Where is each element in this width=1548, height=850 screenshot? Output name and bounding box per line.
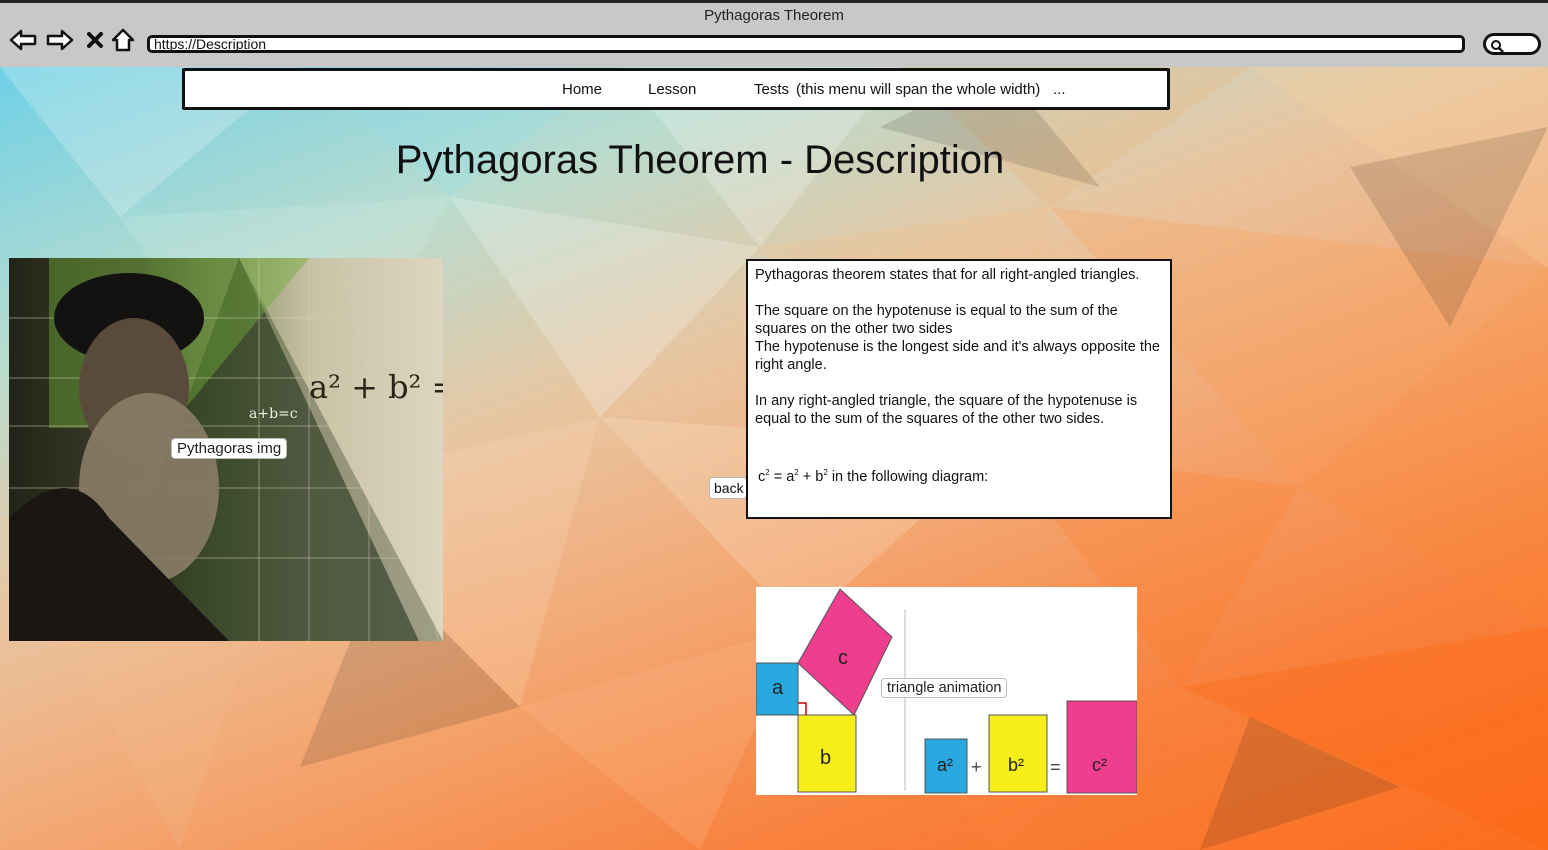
diagram-label: triangle animation [881, 678, 1008, 698]
description-hypotenuse-definition: The hypotenuse is the longest side and i… [755, 339, 1160, 373]
equation-b: b² [1008, 755, 1025, 775]
equation-plus: + [971, 757, 982, 777]
close-icon[interactable] [80, 25, 110, 55]
pythagoras-image: a² + b² = c² a+b=c Pythagoras img [9, 258, 443, 641]
search-icon [1491, 40, 1504, 53]
forward-arrow-icon[interactable] [45, 25, 75, 55]
description-box: Pythagoras theorem states that for all r… [746, 259, 1172, 519]
description-intro: Pythagoras theorem states that for all r… [755, 267, 1140, 283]
nav-item-more[interactable]: ... [1053, 81, 1066, 98]
back-button[interactable]: back [709, 477, 747, 499]
nav-item-lesson[interactable]: Lesson [648, 81, 696, 98]
equation-c: c² [1092, 755, 1107, 775]
home-icon[interactable] [108, 25, 138, 55]
nav-menu-note: (this menu will span the whole width) [796, 81, 1041, 98]
search-field[interactable] [1483, 33, 1541, 55]
page-title: Pythagoras Theorem - Description [395, 138, 1005, 182]
square-c-label: c [838, 647, 848, 669]
equation-equals: = [1050, 757, 1061, 777]
equation-a: a² [937, 755, 954, 775]
address-bar[interactable]: https://Description [147, 35, 1465, 53]
nav-item-tests[interactable]: Tests [754, 81, 789, 98]
triangle-diagram: a b c a² + b² = c² triangle animation [756, 587, 1137, 795]
formula-line: c2 = a2 + b2 in the following diagram: [758, 468, 989, 485]
window-title: Pythagoras Theorem [704, 7, 844, 24]
back-arrow-icon[interactable] [8, 25, 38, 55]
description-summary: In any right-angled triangle, the square… [755, 393, 1138, 427]
description-hypotenuse-rule: The square on the hypotenuse is equal to… [755, 303, 1118, 337]
square-b-label: b [820, 747, 832, 769]
square-a-label: a [772, 677, 784, 699]
svg-text:a² + b² = c²: a² + b² = c² [309, 368, 443, 406]
nav-menu: Home Lesson Tests (this menu will span t… [182, 68, 1170, 110]
image-label: Pythagoras img [171, 438, 288, 459]
nav-item-home[interactable]: Home [562, 81, 602, 98]
browser-chrome: Pythagoras Theorem https://Description [0, 0, 1548, 67]
svg-text:a+b=c: a+b=c [249, 406, 298, 422]
